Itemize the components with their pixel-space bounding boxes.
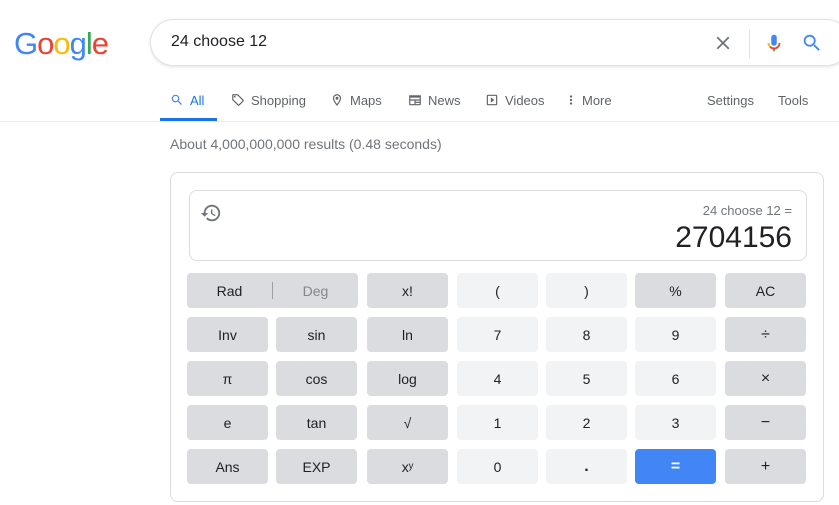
map-pin-icon — [332, 94, 342, 106]
tab-shopping[interactable]: Shopping — [231, 90, 306, 110]
tab-all[interactable]: All — [170, 90, 204, 110]
search-icon — [171, 94, 182, 105]
clear-button[interactable]: AC — [725, 273, 806, 308]
history-icon[interactable] — [200, 202, 222, 224]
play-icon — [486, 94, 498, 106]
logo-letter: o — [53, 26, 70, 61]
digit-3-button[interactable]: 3 — [635, 405, 716, 440]
search-tabs: All Shopping Maps News Videos More Setti… — [0, 80, 839, 122]
digit-8-button[interactable]: 8 — [546, 317, 627, 352]
search-icon[interactable] — [801, 32, 823, 54]
tab-label: News — [428, 92, 461, 108]
settings-label: Settings — [707, 92, 754, 108]
tab-maps[interactable]: Maps — [330, 90, 382, 110]
tab-news[interactable]: News — [408, 90, 461, 110]
logo-letter: e — [91, 26, 109, 61]
close-icon[interactable] — [712, 32, 734, 54]
digit-2-button[interactable]: 2 — [546, 405, 627, 440]
sqrt-button[interactable]: √ — [367, 405, 448, 440]
settings-link[interactable]: Settings — [707, 90, 754, 110]
tab-videos[interactable]: Videos — [485, 90, 545, 110]
power-button[interactable]: xʸ — [367, 449, 448, 484]
multiply-button[interactable]: × — [725, 361, 806, 396]
equals-button[interactable]: = — [635, 449, 716, 484]
calculator-card: 24 choose 12 = 2704156 Rad Deg x! ( ) % … — [170, 172, 824, 502]
cos-button[interactable]: cos — [276, 361, 357, 396]
tools-link[interactable]: Tools — [778, 90, 808, 110]
tab-label: Videos — [505, 92, 545, 108]
calculator-result: 2704156 — [675, 221, 792, 254]
digit-0-button[interactable]: 0 — [457, 449, 538, 484]
tab-label: Shopping — [251, 92, 306, 108]
search-input[interactable] — [171, 33, 691, 51]
digit-5-button[interactable]: 5 — [546, 361, 627, 396]
digit-1-button[interactable]: 1 — [457, 405, 538, 440]
logo-letter: G — [14, 26, 38, 61]
tab-more[interactable]: More — [566, 90, 612, 110]
more-vertical-icon — [569, 95, 573, 105]
pi-button[interactable]: π — [187, 361, 268, 396]
ln-button[interactable]: ln — [367, 317, 448, 352]
search-box[interactable] — [150, 19, 839, 66]
tab-label: Maps — [350, 92, 382, 108]
add-button[interactable]: + — [725, 449, 806, 484]
newspaper-icon — [409, 94, 421, 106]
rad-button[interactable]: Rad — [187, 273, 272, 308]
factorial-button[interactable]: x! — [367, 273, 448, 308]
divide-button[interactable]: ÷ — [725, 317, 806, 352]
inverse-button[interactable]: Inv — [187, 317, 268, 352]
exp-button[interactable]: EXP — [276, 449, 357, 484]
sin-button[interactable]: sin — [276, 317, 357, 352]
digit-6-button[interactable]: 6 — [635, 361, 716, 396]
digit-9-button[interactable]: 9 — [635, 317, 716, 352]
microphone-icon[interactable] — [763, 31, 785, 55]
digit-7-button[interactable]: 7 — [457, 317, 538, 352]
result-stats: About 4,000,000,000 results (0.48 second… — [170, 136, 442, 152]
subtract-button[interactable]: − — [725, 405, 806, 440]
ans-button[interactable]: Ans — [187, 449, 268, 484]
tools-label: Tools — [778, 92, 809, 108]
tag-icon — [232, 94, 244, 106]
calculator-expression: 24 choose 12 = — [702, 203, 792, 218]
logo-letter: g — [69, 26, 87, 61]
logo-letter: o — [37, 26, 54, 61]
google-logo[interactable]: Google — [14, 26, 109, 62]
open-paren-button[interactable]: ( — [457, 273, 538, 308]
tan-button[interactable]: tan — [276, 405, 357, 440]
tab-label: More — [582, 92, 612, 108]
tab-label: All — [190, 92, 205, 108]
rad-deg-toggle: Rad Deg — [187, 273, 358, 308]
decimal-button[interactable]: . — [546, 449, 627, 484]
close-paren-button[interactable]: ) — [546, 273, 627, 308]
deg-button[interactable]: Deg — [273, 273, 358, 308]
e-button[interactable]: e — [187, 405, 268, 440]
active-tab-indicator — [160, 118, 217, 121]
digit-4-button[interactable]: 4 — [457, 361, 538, 396]
search-divider — [749, 30, 750, 58]
log-button[interactable]: log — [367, 361, 448, 396]
calculator-display: 24 choose 12 = 2704156 — [189, 190, 807, 261]
percent-button[interactable]: % — [635, 273, 716, 308]
